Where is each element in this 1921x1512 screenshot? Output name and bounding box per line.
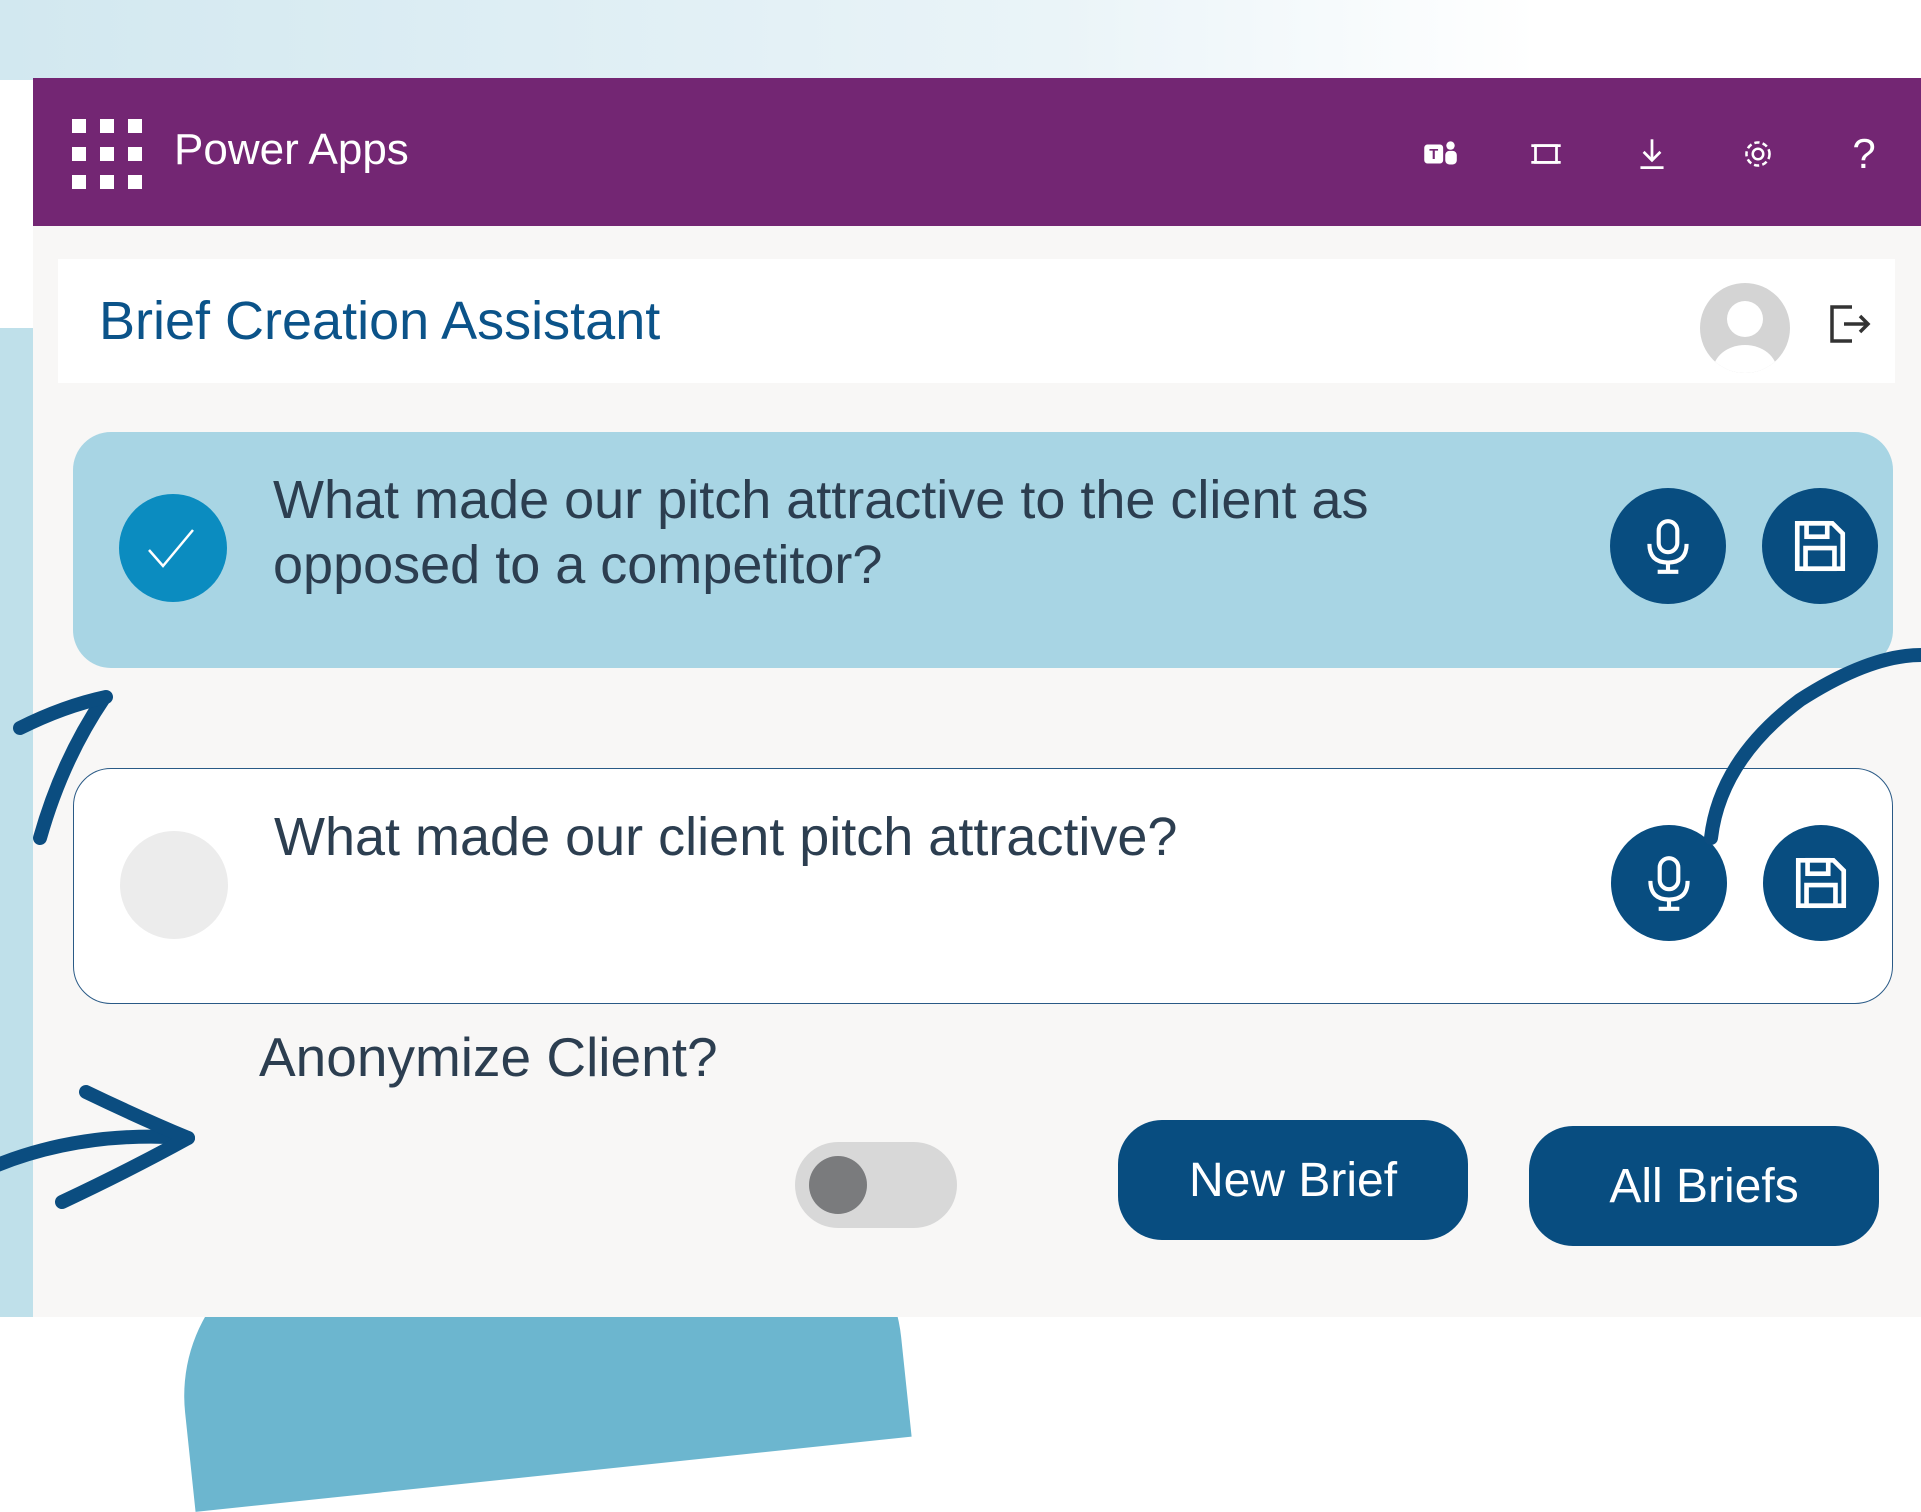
- checkbox-unchecked[interactable]: [120, 831, 228, 939]
- save-button[interactable]: [1762, 488, 1878, 604]
- background-gradient: [0, 0, 1921, 80]
- microphone-icon: [1648, 856, 1690, 911]
- all-briefs-button[interactable]: All Briefs: [1529, 1126, 1879, 1246]
- background-panel: [0, 328, 34, 1317]
- app-name: Power Apps: [174, 125, 409, 174]
- new-brief-button[interactable]: New Brief: [1118, 1120, 1468, 1240]
- page-header: Brief Creation Assistant: [58, 259, 1895, 383]
- save-icon: [1795, 857, 1847, 909]
- record-button[interactable]: [1611, 825, 1727, 941]
- record-button[interactable]: [1610, 488, 1726, 604]
- question-card-2: What made our client pitch attractive?: [73, 768, 1893, 1004]
- checkmark-icon: [148, 529, 194, 568]
- save-button[interactable]: [1763, 825, 1879, 941]
- help-glyph: ?: [1852, 130, 1876, 177]
- anonymize-toggle[interactable]: [795, 1142, 957, 1228]
- toggle-knob: [809, 1156, 867, 1214]
- sign-out-icon[interactable]: [1826, 301, 1872, 347]
- anonymize-label: Anonymize Client?: [259, 1026, 718, 1088]
- question-card-1: What made our pitch attractive to the cl…: [73, 432, 1893, 668]
- question-text: What made our pitch attractive to the cl…: [273, 470, 1369, 595]
- page-title: Brief Creation Assistant: [99, 291, 661, 351]
- question-text: What made our client pitch attractive?: [274, 807, 1178, 867]
- checkbox-checked[interactable]: [119, 494, 227, 602]
- fit-screen-icon[interactable]: [1493, 116, 1599, 192]
- toolbar: T ?: [1387, 116, 1917, 192]
- teams-icon[interactable]: T: [1387, 116, 1493, 192]
- microphone-icon: [1647, 519, 1689, 574]
- top-bar: Power Apps T ?: [33, 78, 1921, 226]
- svg-text:T: T: [1429, 147, 1438, 163]
- save-icon: [1794, 520, 1846, 572]
- app-launcher-icon[interactable]: [72, 119, 142, 189]
- help-icon[interactable]: ?: [1811, 116, 1917, 192]
- download-icon[interactable]: [1599, 116, 1705, 192]
- avatar[interactable]: [1700, 283, 1790, 373]
- settings-icon[interactable]: [1705, 116, 1811, 192]
